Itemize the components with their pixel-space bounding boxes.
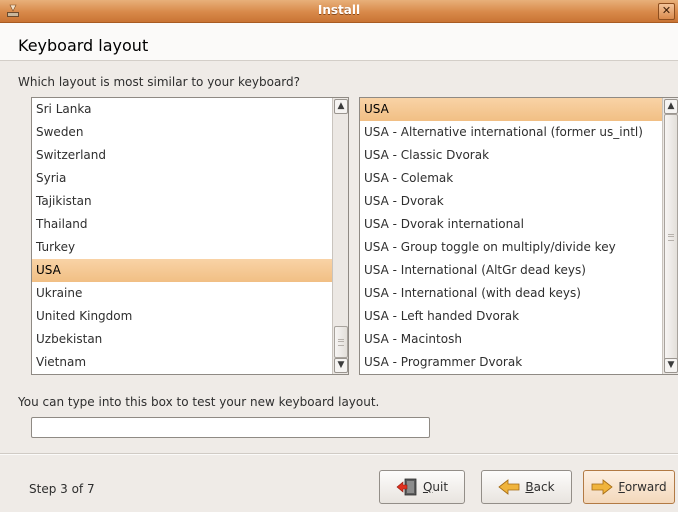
back-label: Back (525, 480, 555, 494)
forward-label: Forward (618, 480, 667, 494)
variant-list-item[interactable]: USA - International (AltGr dead keys) (360, 259, 662, 282)
layout-question: Which layout is most similar to your key… (18, 75, 301, 89)
country-list-item[interactable]: United Kingdom (32, 305, 332, 328)
variant-list[interactable]: USA USA - Alternative international (form… (359, 97, 678, 375)
window-title: Install (317, 3, 361, 17)
variant-list-item[interactable]: USA - Macintosh (360, 328, 662, 351)
quit-icon (396, 478, 417, 496)
quit-label: Quit (422, 480, 449, 494)
variant-list-item[interactable]: USA - Dvorak (360, 190, 662, 213)
footer-separator (0, 453, 678, 455)
variant-list-item[interactable]: USA - Group toggle on multiply/divide ke… (360, 236, 662, 259)
variant-list-item[interactable]: USA - Left handed Dvorak (360, 305, 662, 328)
country-list-item[interactable]: Switzerland (32, 144, 332, 167)
scroll-up-icon[interactable]: ▲ (664, 99, 678, 114)
country-scrollbar[interactable]: ▲ ▼ (332, 98, 348, 374)
country-list-item[interactable]: Vietnam (32, 351, 332, 374)
title-bar: Install ✕ (0, 0, 678, 23)
country-list-item[interactable]: USA (32, 259, 332, 282)
forward-arrow-icon (591, 479, 614, 495)
quit-button[interactable]: Quit (379, 470, 465, 504)
country-list-item[interactable]: Uzbekistan (32, 328, 332, 351)
scroll-thumb[interactable] (334, 326, 348, 358)
variant-scrollbar[interactable]: ▲ ▼ (662, 98, 678, 374)
variant-list-item[interactable]: USA - Alternative international (former … (360, 121, 662, 144)
variant-list-item[interactable]: USA - International (with dead keys) (360, 282, 662, 305)
keyboard-test-input[interactable] (31, 417, 430, 438)
scroll-thumb[interactable] (664, 114, 678, 360)
scroll-down-icon[interactable]: ▼ (664, 358, 678, 373)
forward-button[interactable]: Forward (583, 470, 675, 504)
variant-list-item[interactable]: USA - Dvorak international (360, 213, 662, 236)
step-indicator: Step 3 of 7 (29, 482, 95, 496)
variant-list-item[interactable]: USA - Classic Dvorak (360, 144, 662, 167)
variant-list-item[interactable]: USA - Colemak (360, 167, 662, 190)
country-list-item[interactable]: Ukraine (32, 282, 332, 305)
scroll-up-icon[interactable]: ▲ (334, 99, 348, 114)
back-button[interactable]: Back (481, 470, 572, 504)
close-icon[interactable]: ✕ (658, 3, 675, 20)
back-arrow-icon (498, 479, 520, 495)
country-list-item[interactable]: Syria (32, 167, 332, 190)
country-list[interactable]: Sri Lanka Sweden Switzerland Syria Tajikista… (31, 97, 349, 375)
country-list-item[interactable]: Sri Lanka (32, 98, 332, 121)
country-list-item[interactable]: Thailand (32, 213, 332, 236)
test-box-label: You can type into this box to test your … (18, 395, 380, 409)
page-header: Keyboard layout (0, 23, 678, 61)
country-list-item[interactable]: Sweden (32, 121, 332, 144)
variant-list-item[interactable]: USA - Programmer Dvorak (360, 351, 662, 374)
page-title: Keyboard layout (18, 36, 149, 55)
variant-rows: USA USA - Alternative international (form… (360, 98, 662, 374)
variant-list-item[interactable]: USA (360, 98, 662, 121)
country-list-item[interactable]: Tajikistan (32, 190, 332, 213)
country-list-item[interactable]: Turkey (32, 236, 332, 259)
country-rows: Sri Lanka Sweden Switzerland Syria Tajikista… (32, 98, 332, 374)
scroll-down-icon[interactable]: ▼ (334, 358, 348, 373)
